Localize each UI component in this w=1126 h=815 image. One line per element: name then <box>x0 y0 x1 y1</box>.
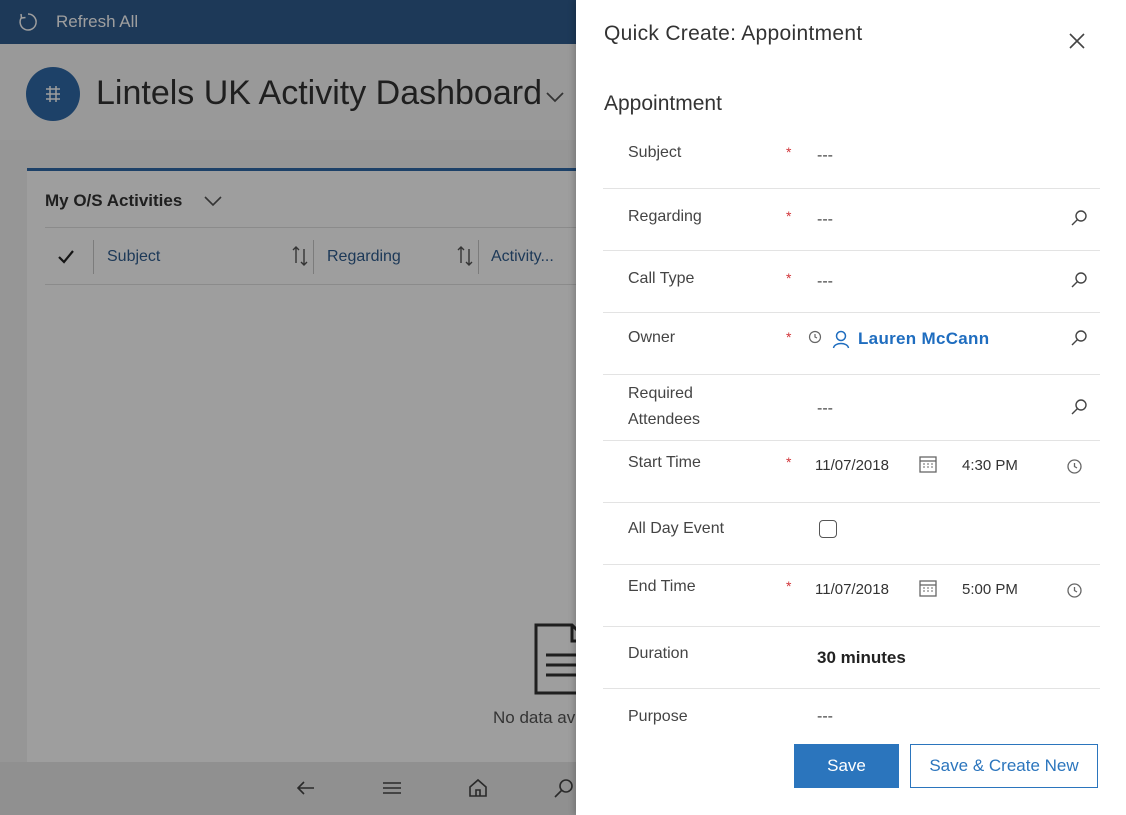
required-marker: * <box>786 208 792 224</box>
owner-link[interactable]: Lauren McCann <box>858 329 989 349</box>
required-marker: * <box>786 578 792 594</box>
clock-icon[interactable] <box>1066 458 1083 475</box>
quick-create-panel: Quick Create: Appointment Appointment Su… <box>576 0 1126 815</box>
form-fields: Subject * --- Regarding * --- Call Type … <box>603 122 1100 729</box>
search-icon[interactable] <box>1069 208 1089 228</box>
end-date-input[interactable]: 11/07/2018 <box>815 581 889 598</box>
subject-field[interactable]: Subject * --- <box>603 122 1100 189</box>
purpose-input[interactable]: --- <box>817 708 833 726</box>
calendar-icon[interactable] <box>918 578 938 598</box>
section-title: Appointment <box>604 92 722 115</box>
save-and-create-new-button[interactable]: Save & Create New <box>910 744 1098 788</box>
required-attendees-field[interactable]: Required Attendees --- <box>603 375 1100 441</box>
required-marker: * <box>786 270 792 286</box>
quick-create-title: Quick Create: Appointment <box>604 22 863 45</box>
required-marker: * <box>786 144 792 160</box>
duration-field[interactable]: Duration 30 minutes <box>603 627 1100 689</box>
start-date-input[interactable]: 11/07/2018 <box>815 457 889 474</box>
end-time-input[interactable]: 5:00 PM <box>962 581 1018 598</box>
all-day-event-checkbox[interactable] <box>819 520 837 538</box>
required-attendees-input[interactable]: --- <box>817 400 833 418</box>
call-type-input[interactable]: --- <box>817 273 833 291</box>
subject-input[interactable]: --- <box>817 147 833 165</box>
duration-value[interactable]: 30 minutes <box>817 648 906 668</box>
clock-icon <box>808 330 822 349</box>
save-button[interactable]: Save <box>794 744 899 788</box>
owner-value: Lauren McCann <box>808 329 989 349</box>
start-time-field[interactable]: Start Time * 11/07/2018 4:30 PM <box>603 441 1100 503</box>
call-type-field[interactable]: Call Type * --- <box>603 251 1100 313</box>
field-label: All Day Event <box>628 520 725 537</box>
field-label: Owner <box>628 329 676 346</box>
start-time-input[interactable]: 4:30 PM <box>962 457 1018 474</box>
search-icon[interactable] <box>1069 397 1089 417</box>
close-icon[interactable] <box>1066 30 1088 52</box>
regarding-input[interactable]: --- <box>817 211 833 229</box>
field-label: Start Time <box>628 454 701 471</box>
modal-overlay[interactable] <box>0 0 576 815</box>
owner-field[interactable]: Owner * Lauren McCann <box>603 313 1100 375</box>
clock-icon[interactable] <box>1066 582 1083 599</box>
person-icon <box>832 329 850 349</box>
field-label: Purpose <box>628 708 688 725</box>
field-label: End Time <box>628 578 696 595</box>
end-time-field[interactable]: End Time * 11/07/2018 5:00 PM <box>603 565 1100 627</box>
field-label: Call Type <box>628 270 695 287</box>
field-label: Subject <box>628 144 682 161</box>
all-day-event-field[interactable]: All Day Event <box>603 503 1100 565</box>
field-label: Required <box>628 385 693 402</box>
search-icon[interactable] <box>1069 270 1089 290</box>
search-icon[interactable] <box>1069 328 1089 348</box>
required-marker: * <box>786 329 792 345</box>
field-label: Attendees <box>628 411 701 428</box>
regarding-field[interactable]: Regarding * --- <box>603 189 1100 251</box>
field-label: Regarding <box>628 208 702 225</box>
required-marker: * <box>786 454 792 470</box>
purpose-field[interactable]: Purpose --- <box>603 689 1100 729</box>
calendar-icon[interactable] <box>918 454 938 474</box>
field-label: Duration <box>628 645 689 662</box>
